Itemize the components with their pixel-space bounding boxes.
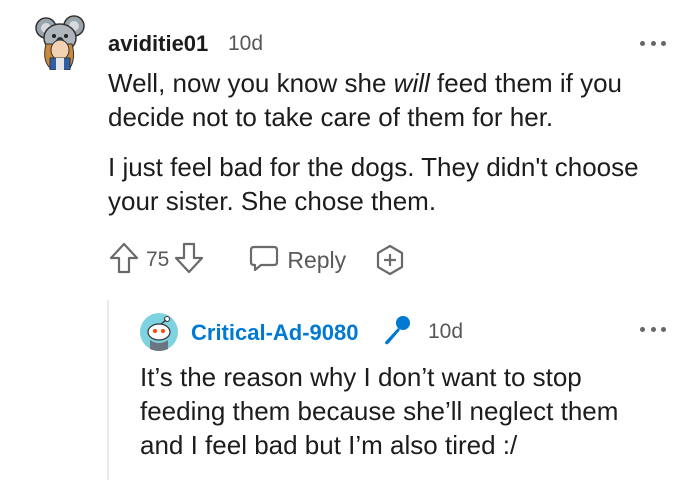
microphone-flair-icon: [380, 314, 412, 346]
comment-action-bar: 75 Reply: [108, 240, 406, 280]
comment-text-segment: Well, now you know she: [108, 68, 394, 98]
more-options-icon[interactable]: [640, 324, 666, 334]
reply-timestamp[interactable]: 10d: [428, 320, 463, 344]
comment-text-line: decide not to take care of them for her.: [108, 102, 554, 132]
downvote-arrow-icon[interactable]: [173, 241, 205, 280]
upvote-arrow-icon[interactable]: [108, 241, 140, 280]
reply-label: Reply: [287, 246, 347, 273]
thread-line: [107, 300, 109, 480]
comment-text-segment: feed them if you: [429, 68, 623, 98]
reply-text-line: feeding them because she’ll neglect them: [140, 396, 619, 426]
more-options-icon[interactable]: [640, 38, 666, 48]
comment-paragraph-2: I just feel bad for the dogs. They didn'…: [108, 150, 639, 218]
reply-button[interactable]: Reply: [249, 243, 346, 278]
speech-bubble-icon: [249, 243, 279, 278]
reply-body: It’s the reason why I don’t want to stop…: [140, 360, 618, 462]
snoo-avatar-icon[interactable]: [140, 313, 178, 351]
award-plus-icon: [377, 244, 404, 276]
koala-avatar-icon[interactable]: [32, 14, 88, 71]
comment-text-line: I just feel bad for the dogs. They didn'…: [108, 152, 639, 182]
comment-text-emphasis: will: [393, 68, 430, 98]
reply-text-line: and I feel bad but I’m also tired :/: [140, 430, 518, 460]
vote-count: 75: [146, 248, 170, 271]
award-button[interactable]: [374, 244, 406, 276]
comment-text-line: your sister. She chose them.: [108, 186, 437, 216]
reply-username[interactable]: Critical-Ad-9080: [191, 320, 359, 346]
comment-timestamp[interactable]: 10d: [228, 32, 263, 56]
comment-paragraph-1: Well, now you know she will feed them if…: [108, 66, 622, 134]
reply-text-line: It’s the reason why I don’t want to stop: [140, 362, 582, 392]
comment-username[interactable]: aviditie01: [108, 31, 208, 57]
